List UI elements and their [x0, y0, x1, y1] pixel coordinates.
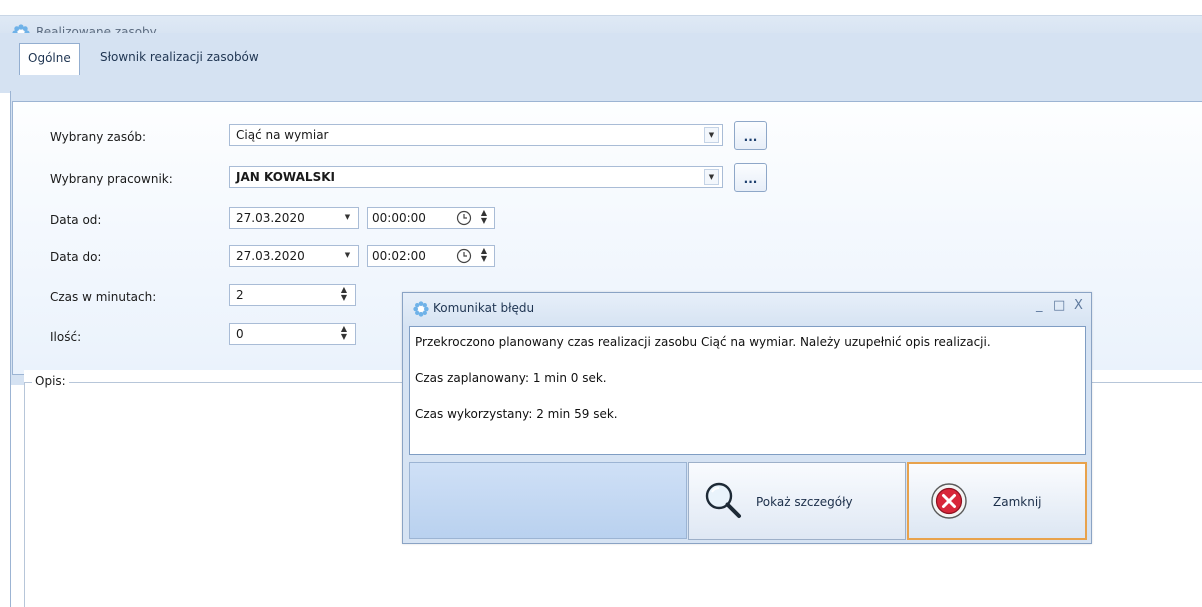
resource-browse-button[interactable]: ...: [734, 121, 767, 150]
time-from-field[interactable]: 00:00:00 ▲ ▼: [367, 207, 495, 229]
date-to-value: 27.03.2020: [236, 249, 305, 263]
gear-flower-icon: [413, 301, 429, 317]
description-group-left-border: [24, 382, 25, 607]
chevron-down-icon[interactable]: ▼: [340, 248, 355, 264]
date-from-value: 27.03.2020: [236, 211, 305, 225]
minutes-value: 2: [236, 288, 244, 302]
qty-spinner[interactable]: ▲ ▼: [337, 325, 351, 343]
message-line: Przekroczono planowany czas realizacji z…: [415, 335, 991, 349]
resource-value: Ciąć na wymiar: [236, 128, 329, 142]
time-to-spinner[interactable]: ▲ ▼: [477, 247, 491, 265]
qty-label: Ilość:: [50, 330, 82, 344]
magnifier-icon: [705, 482, 741, 518]
worker-browse-button[interactable]: ...: [734, 163, 767, 192]
minimize-icon[interactable]: _: [1036, 298, 1043, 313]
worker-value: JAN KOWALSKI: [236, 170, 335, 184]
show-details-button[interactable]: Pokaż szczegóły: [688, 462, 906, 540]
description-textarea[interactable]: [26, 397, 402, 607]
dialog-titlebar[interactable]: Komunikat błędu _ □ X: [403, 293, 1091, 325]
maximize-icon[interactable]: □: [1053, 298, 1065, 313]
resource-combo[interactable]: Ciąć na wymiar ▼: [229, 124, 723, 146]
clock-icon[interactable]: [456, 210, 472, 226]
minutes-spinner[interactable]: ▲ ▼: [337, 286, 351, 304]
error-close-icon: [931, 483, 967, 519]
show-details-label: Pokaż szczegóły: [756, 495, 853, 509]
left-border: [10, 384, 11, 607]
dialog-title: Komunikat błędu: [433, 301, 535, 315]
close-button[interactable]: Zamknij: [907, 462, 1087, 540]
close-label: Zamknij: [993, 495, 1042, 509]
dialog-footer: Pokaż szczegóły Zamknij: [409, 462, 1087, 541]
minutes-field[interactable]: 2 ▲ ▼: [229, 284, 356, 306]
chevron-down-icon[interactable]: ▼: [340, 210, 355, 226]
qty-value: 0: [236, 327, 244, 341]
minutes-label: Czas w minutach:: [50, 290, 157, 304]
date-to-label: Data do:: [50, 250, 102, 264]
clock-icon[interactable]: [456, 248, 472, 264]
time-from-spinner[interactable]: ▲ ▼: [477, 209, 491, 227]
date-from-label: Data od:: [50, 213, 102, 227]
dialog-message-box: Przekroczono planowany czas realizacji z…: [409, 326, 1086, 455]
time-to-field[interactable]: 00:02:00 ▲ ▼: [367, 245, 495, 267]
description-label: Opis:: [32, 374, 69, 388]
error-dialog: Komunikat błędu _ □ X Przekroczono plano…: [402, 292, 1092, 544]
tab-realization-dictionary[interactable]: Słownik realizacji zasobów: [92, 43, 267, 74]
qty-field[interactable]: 0 ▲ ▼: [229, 323, 356, 345]
time-to-value: 00:02:00: [372, 249, 426, 263]
message-line: Czas wykorzystany: 2 min 59 sek.: [415, 407, 618, 421]
footer-spacer: [409, 462, 687, 539]
close-icon[interactable]: X: [1074, 298, 1083, 313]
worker-label: Wybrany pracownik:: [50, 172, 173, 186]
resource-label: Wybrany zasób:: [50, 130, 147, 144]
date-from-picker[interactable]: 27.03.2020 ▼: [229, 207, 359, 229]
chevron-down-icon[interactable]: ▼: [704, 127, 719, 143]
chevron-down-icon[interactable]: ▼: [704, 169, 719, 185]
time-from-value: 00:00:00: [372, 211, 426, 225]
date-to-picker[interactable]: 27.03.2020 ▼: [229, 245, 359, 267]
tab-general[interactable]: Ogólne: [19, 43, 80, 75]
message-line: Czas zaplanowany: 1 min 0 sek.: [415, 371, 607, 385]
worker-combo[interactable]: JAN KOWALSKI ▼: [229, 166, 723, 188]
